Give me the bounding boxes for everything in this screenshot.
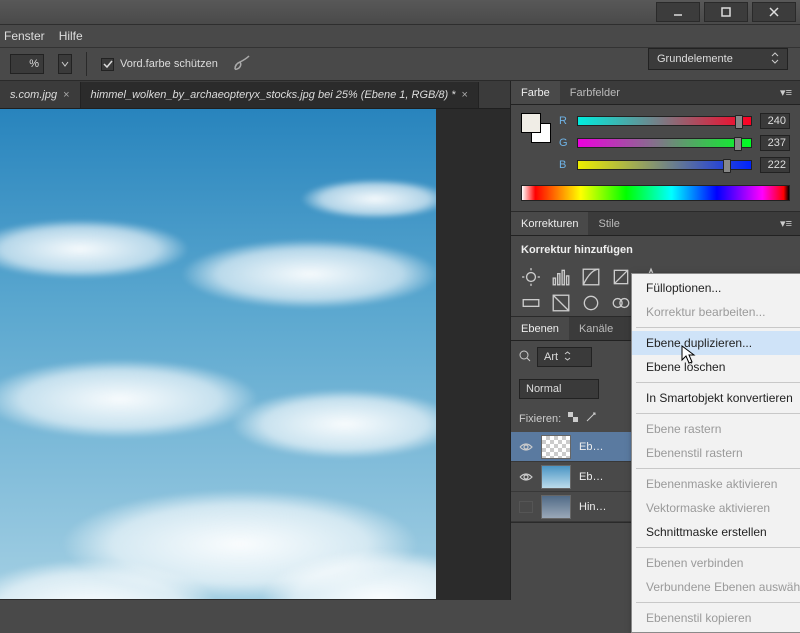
r-label: R [559,115,569,127]
layer-thumbnail[interactable] [541,495,571,519]
chevron-updown-icon [564,351,571,364]
ctx-smartobjekt[interactable]: In Smartobjekt konvertieren [632,386,800,410]
g-slider[interactable] [577,138,752,148]
document-canvas[interactable] [0,109,436,599]
document-tab-1[interactable]: s.com.jpg × [0,82,81,108]
exposure-icon[interactable] [611,268,631,286]
ctx-vektormaske: Vektormaske aktivieren [632,496,800,520]
korrektur-heading: Korrektur hinzufügen [511,236,800,264]
curves-icon[interactable] [581,268,601,286]
r-value[interactable]: 240 [760,113,790,129]
lock-transparency-icon[interactable] [567,411,579,426]
opacity-field[interactable]: % [10,54,44,74]
ctx-ebenenstil-rastern: Ebenenstil rastern [632,441,800,465]
chevron-updown-icon [771,52,779,67]
ctx-fuelloptionen[interactable]: Fülloptionen... [632,276,800,300]
ctx-verbundene-auswahl: Verbundene Ebenen auswähl [632,575,800,599]
ctx-ebenenstil-kopieren: Ebenenstil kopieren [632,606,800,630]
tab-kanaele[interactable]: Kanäle [569,317,623,340]
lock-label: Fixieren: [519,413,561,425]
b-slider[interactable] [577,160,752,170]
ctx-schnittmaske[interactable]: Schnittmaske erstellen [632,520,800,544]
visibility-icon[interactable] [519,441,533,453]
protect-foreground-label: Vord.farbe schützen [120,58,218,70]
brush-options-icon[interactable] [232,54,252,75]
tab-korrekturen[interactable]: Korrekturen [511,212,588,235]
color-spectrum[interactable] [521,185,790,201]
channel-mixer-icon[interactable] [611,294,631,312]
ctx-ebene-rastern: Ebene rastern [632,417,800,441]
foreground-swatch[interactable] [521,113,541,133]
layer-filter-kind[interactable]: Art [537,347,592,367]
close-icon[interactable]: × [462,89,468,101]
b-label: B [559,159,569,171]
ctx-ebene-loeschen[interactable]: Ebene löschen [632,355,800,379]
ctx-ebenen-verbinden: Ebenen verbinden [632,551,800,575]
layer-thumbnail[interactable] [541,465,571,489]
layer-thumbnail[interactable] [541,435,571,459]
lock-pixels-icon[interactable] [585,411,597,426]
ctx-ebenenmaske: Ebenenmaske aktivieren [632,472,800,496]
tab-ebenen[interactable]: Ebenen [511,317,569,340]
layer-name[interactable]: Eb… [579,471,603,483]
workspace-label: Grundelemente [657,53,733,65]
workspace-dropdown[interactable]: Grundelemente [648,48,788,70]
g-value[interactable]: 237 [760,135,790,151]
panel-menu-icon[interactable]: ▾≡ [772,217,800,230]
doc-tab-2-label: himmel_wolken_by_archaeopteryx_stocks.jp… [91,89,456,101]
brightness-icon[interactable] [521,268,541,286]
visibility-off-icon[interactable] [519,501,533,513]
canvas-area[interactable] [0,109,510,600]
panel-menu-icon[interactable]: ▾≡ [772,86,800,99]
levels-icon[interactable] [551,268,571,286]
close-button[interactable] [752,2,796,22]
layer-filter-label: Art [544,351,558,363]
bw-icon[interactable] [551,294,571,312]
visibility-icon[interactable] [519,471,533,483]
doc-tab-1-label: s.com.jpg [10,89,57,101]
minimize-button[interactable] [656,2,700,22]
ctx-korrektur-bearbeiten: Korrektur bearbeiten... [632,300,800,324]
close-icon[interactable]: × [63,89,69,101]
maximize-button[interactable] [704,2,748,22]
checkmark-icon [101,58,114,71]
layer-name[interactable]: Hin… [579,501,607,513]
photo-filter-icon[interactable] [581,294,601,312]
document-tab-2[interactable]: himmel_wolken_by_archaeopteryx_stocks.jp… [81,82,479,108]
tab-farbe[interactable]: Farbe [511,81,560,104]
r-slider[interactable] [577,116,752,126]
hue-icon[interactable] [521,294,541,312]
layer-name[interactable]: Eb… [579,441,603,453]
b-value[interactable]: 222 [760,157,790,173]
g-label: G [559,137,569,149]
tab-stile[interactable]: Stile [588,212,629,235]
search-icon[interactable] [519,350,531,365]
layer-context-menu: Fülloptionen... Korrektur bearbeiten... … [631,273,800,633]
color-swatches[interactable] [521,113,549,153]
blend-mode-dropdown[interactable]: Normal [519,379,599,399]
blend-mode-label: Normal [526,383,561,395]
protect-foreground-checkbox[interactable]: Vord.farbe schützen [101,58,218,71]
menu-hilfe[interactable]: Hilfe [59,29,83,43]
ctx-ebene-duplizieren[interactable]: Ebene duplizieren... [632,331,800,355]
tab-farbfelder[interactable]: Farbfelder [560,81,630,104]
opacity-dropdown[interactable] [58,54,72,74]
menu-fenster[interactable]: Fenster [4,29,45,43]
